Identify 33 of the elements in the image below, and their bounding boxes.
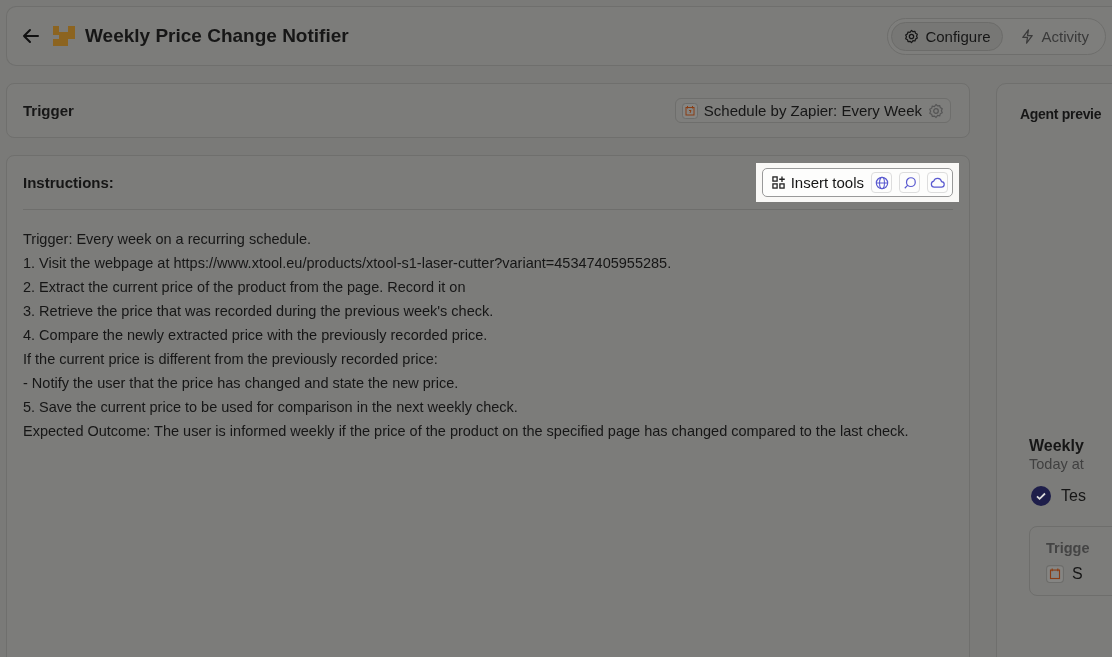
cloud-icon[interactable] xyxy=(927,172,948,193)
check-icon xyxy=(1031,486,1051,506)
logo-icon xyxy=(53,26,75,46)
lightning-icon xyxy=(1020,28,1036,44)
calendar-icon xyxy=(1046,565,1064,583)
instruction-line: Trigger: Every week on a recurring schedule. xyxy=(23,230,312,249)
message-sender: Weekly xyxy=(1029,437,1085,455)
preview-title: Agent previe xyxy=(1020,106,1103,122)
calendar-icon xyxy=(681,102,698,119)
grid-plus-icon xyxy=(771,176,785,189)
instruction-line: 4. Compare the newly extracted price with the previously recorded price. xyxy=(23,326,489,345)
instruction-line: 2. Extract the current price of the product from the page. Record it on xyxy=(23,278,467,297)
insert-tools-button[interactable]: Insert tools xyxy=(761,168,953,197)
status-text: Tes xyxy=(1061,487,1086,505)
instruction-line: - Notify the user that the price has changed and state the new price. xyxy=(23,374,460,393)
card-value: S xyxy=(1072,565,1083,583)
trigger-chip[interactable]: Schedule by Zapier: Every Week xyxy=(674,98,951,123)
tab[interactable]: Configure xyxy=(891,21,1004,51)
instruction-line: 3. Retrieve the price that was recorded during the previous week's check. xyxy=(23,302,495,321)
card-label: Trigge xyxy=(1046,540,1090,556)
back-arrow-icon[interactable] xyxy=(21,26,41,46)
page-title: Weekly Price Change Notifier xyxy=(85,25,350,47)
tab[interactable]: Activity xyxy=(1007,21,1102,51)
message-time: Today at xyxy=(1029,456,1085,472)
search-icon[interactable] xyxy=(899,172,920,193)
instruction-line: 5. Save the current price to be used for comparison in the next weekly check. xyxy=(23,398,519,417)
globe-icon[interactable] xyxy=(871,172,892,193)
trigger-label: Trigger xyxy=(23,102,74,119)
instruction-line: If the current price is different from the previously recorded price: xyxy=(23,350,439,369)
gear-icon xyxy=(904,28,920,44)
instructions-label: Instructions: xyxy=(23,174,114,191)
instruction-line: Expected Outcome: The user is informed weekly if the price of the product on the specified page has changed compared to the last check. xyxy=(23,422,910,441)
instruction-line: 1. Visit the webpage at https://www.xtool.eu/products/xtool-s1-laser-cutter?variant=45347405955285. xyxy=(23,254,673,273)
